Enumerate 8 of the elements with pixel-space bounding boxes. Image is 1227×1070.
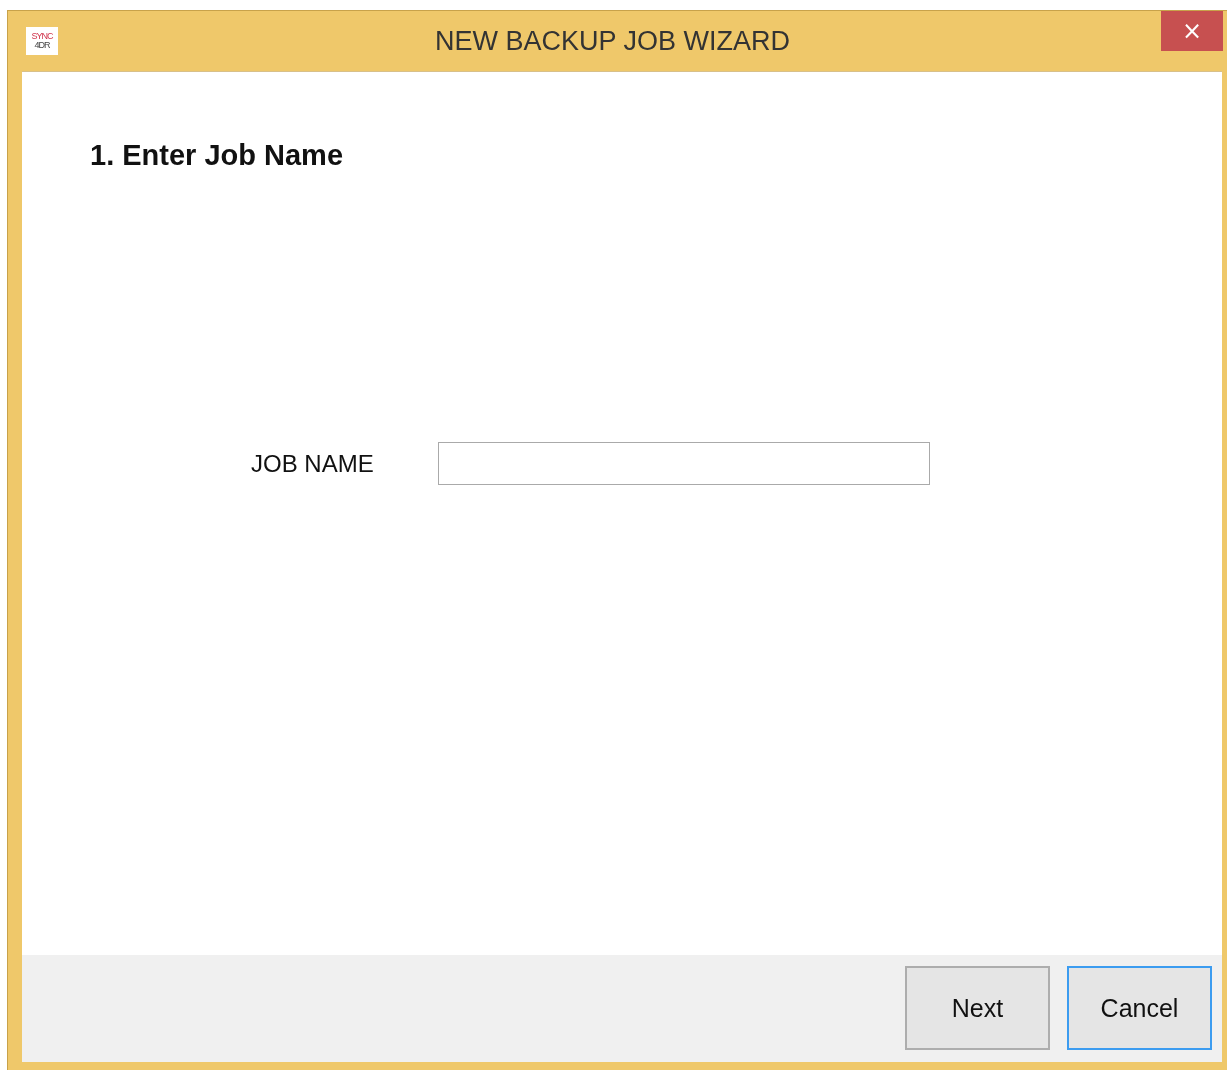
step-heading: 1. Enter Job Name [90, 139, 345, 172]
app-logo-icon: SYNC 4DR [26, 27, 58, 55]
close-button[interactable]: × [1161, 11, 1223, 51]
field-label: JOB NAME [251, 449, 375, 478]
dialog-button[interactable]: Next [905, 966, 1050, 1050]
dialog-button[interactable]: Cancel [1067, 966, 1212, 1050]
window-title: NEW BACKUP JOB WIZARD [433, 25, 791, 57]
job-name-field[interactable] [438, 442, 930, 485]
